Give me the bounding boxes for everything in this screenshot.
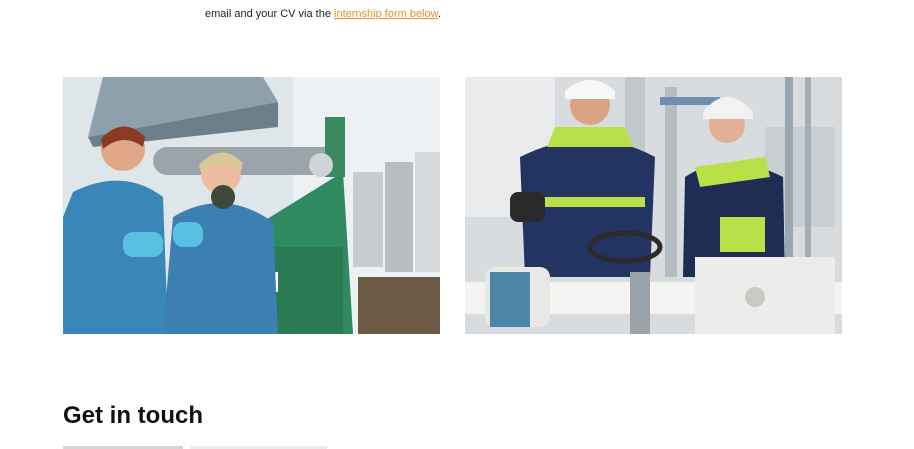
- intro-text: email and your CV via the internship for…: [205, 6, 441, 22]
- get-in-touch-heading: Get in touch: [63, 402, 203, 429]
- intro-text-after: .: [437, 8, 442, 20]
- intro-text-before: email and your CV via the: [205, 8, 335, 20]
- photo-lab-workers-image: [63, 77, 440, 334]
- laboratory-photo: [63, 77, 440, 334]
- industrial-site-photo: [465, 77, 842, 334]
- internship-form-link[interactable]: internship form below: [334, 8, 438, 20]
- photo-plant-workers-image: [465, 77, 842, 334]
